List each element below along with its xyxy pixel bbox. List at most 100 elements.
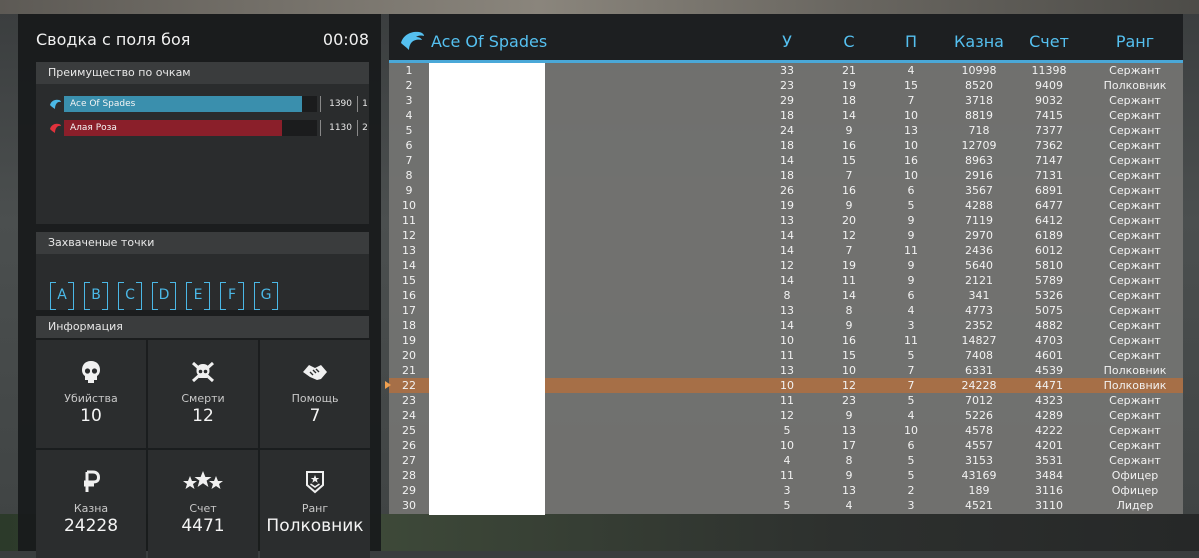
col-deaths-header[interactable]: С [839, 32, 859, 51]
player-position: 25 [402, 424, 416, 437]
treasury-cell: 4521 [965, 499, 993, 512]
stat-label: Казна [73, 502, 109, 515]
score-cell: 5789 [1035, 274, 1063, 287]
score-cell: 4323 [1035, 394, 1063, 407]
deaths-cell: 9 [845, 124, 853, 137]
scoreboard-header: Ace Of Spades У С П Казна Счет Ранг [389, 14, 1183, 63]
assists-cell: 7 [907, 94, 915, 107]
assists-cell: 4 [907, 409, 915, 422]
col-assists-header[interactable]: П [901, 32, 921, 51]
player-position: 13 [402, 244, 416, 257]
kills-cell: 14 [780, 274, 794, 287]
player-position: 18 [402, 319, 416, 332]
rank-cell: Сержант [1109, 199, 1161, 212]
col-treasury-header[interactable]: Казна [949, 32, 1009, 51]
kills-cell: 12 [780, 409, 794, 422]
treasury-cell: 341 [968, 289, 990, 302]
deaths-cell: 9 [845, 319, 853, 332]
deaths-cell: 18 [842, 94, 856, 107]
treasury-cell: 3567 [965, 184, 993, 197]
assists-cell: 3 [907, 499, 915, 512]
kills-cell: 5 [783, 424, 791, 437]
team-score-bar: Алая Роза [64, 120, 317, 136]
treasury-cell: 2970 [965, 229, 993, 242]
treasury-cell: 43169 [961, 469, 997, 482]
scoreboard: Ace Of Spades У С П Казна Счет Ранг 1 33 2… [385, 14, 1183, 515]
assists-cell: 9 [907, 274, 915, 287]
rank-cell: Полковник [1103, 364, 1167, 377]
player-position: 1 [405, 64, 413, 77]
treasury-cell: 4773 [965, 304, 993, 317]
player-position: 26 [402, 439, 416, 452]
score-cell: 3484 [1035, 469, 1063, 482]
treasury-cell: 5226 [965, 409, 993, 422]
kills-cell: 8 [783, 289, 791, 302]
assists-cell: 9 [907, 259, 915, 272]
player-position: 12 [402, 229, 416, 242]
stat-value: 12 [192, 406, 214, 426]
score-cell: 4539 [1035, 364, 1063, 377]
player-position: 2 [405, 79, 413, 92]
treasury-cell: 8520 [965, 79, 993, 92]
kills-cell: 26 [780, 184, 794, 197]
score-cell: 7362 [1035, 139, 1063, 152]
deaths-cell: 7 [845, 169, 853, 182]
rank-cell: Офицер [1111, 469, 1159, 482]
rank-cell: Полковник [1103, 379, 1167, 392]
assists-cell: 11 [904, 244, 918, 257]
score-cell: 3116 [1035, 484, 1063, 497]
rank-cell: Сержант [1109, 259, 1161, 272]
treasury-cell: 12709 [961, 139, 997, 152]
treasury-cell: 2121 [965, 274, 993, 287]
col-rank-header[interactable]: Ранг [1105, 32, 1165, 51]
kills-cell: 13 [780, 304, 794, 317]
rank-cell: Сержант [1109, 394, 1161, 407]
treasury-cell: 14827 [961, 334, 997, 347]
rank-badge-icon [260, 470, 370, 498]
player-position: 7 [405, 154, 413, 167]
assists-cell: 7 [907, 364, 915, 377]
score-cell: 4471 [1035, 379, 1063, 392]
stat-tile: Казна 24228 [36, 450, 146, 558]
deaths-cell: 19 [842, 79, 856, 92]
assists-cell: 6 [907, 439, 915, 452]
assists-cell: 15 [904, 79, 918, 92]
player-position: 16 [402, 289, 416, 302]
player-position: 17 [402, 304, 416, 317]
background-scene [0, 0, 1199, 14]
col-kills-header[interactable]: У [777, 32, 797, 51]
stars-icon [148, 470, 258, 498]
player-position: 14 [402, 259, 416, 272]
player-position: 15 [402, 274, 416, 287]
treasury-cell: 7012 [965, 394, 993, 407]
rank-cell: Лидер [1116, 499, 1154, 512]
player-position: 8 [405, 169, 413, 182]
battle-summary-panel: Сводка с поля боя 00:08 Преимущество по … [18, 14, 381, 558]
player-position: 24 [402, 409, 416, 422]
treasury-cell: 8819 [965, 109, 993, 122]
score-cell: 4882 [1035, 319, 1063, 332]
deaths-cell: 10 [842, 364, 856, 377]
deaths-cell: 9 [845, 199, 853, 212]
team-rank: 1 [357, 96, 372, 112]
col-score-header[interactable]: Счет [1019, 32, 1079, 51]
player-position: 19 [402, 334, 416, 347]
kills-cell: 14 [780, 244, 794, 257]
deaths-cell: 21 [842, 64, 856, 77]
match-timer: 00:08 [322, 30, 369, 49]
treasury-cell: 718 [968, 124, 990, 137]
capture-point-e: E [186, 282, 210, 310]
kills-cell: 14 [780, 319, 794, 332]
assists-cell: 3 [907, 319, 915, 332]
rank-cell: Сержант [1109, 169, 1161, 182]
assists-cell: 10 [904, 424, 918, 437]
team-name: Ace Of Spades [70, 99, 136, 109]
deaths-cell: 9 [845, 409, 853, 422]
stat-value: 4471 [181, 516, 225, 536]
score-cell: 7415 [1035, 109, 1063, 122]
kills-cell: 11 [780, 469, 794, 482]
score-cell: 6012 [1035, 244, 1063, 257]
score-cell: 9032 [1035, 94, 1063, 107]
score-cell: 6891 [1035, 184, 1063, 197]
assists-cell: 9 [907, 229, 915, 242]
